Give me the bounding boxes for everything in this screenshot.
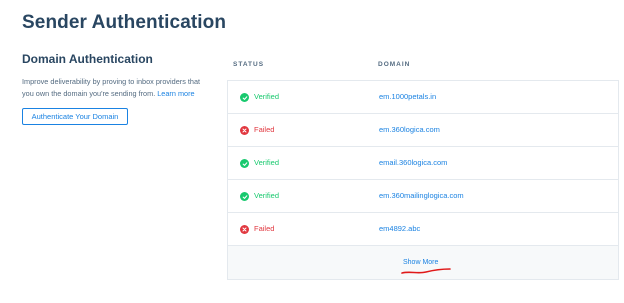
domain-link[interactable]: em.360logica.com: [379, 125, 440, 134]
status-label: Failed: [254, 125, 275, 134]
domain-link[interactable]: em.360mailinglogica.com: [379, 191, 464, 200]
table-header: STATUS DOMAIN: [227, 54, 619, 80]
authenticate-domain-button[interactable]: Authenticate Your Domain: [22, 108, 128, 125]
column-header-domain: DOMAIN: [378, 61, 411, 68]
status-label: Verified: [254, 158, 280, 167]
section-title-domain-authentication: Domain Authentication: [22, 52, 153, 66]
domain-link[interactable]: em.1000petals.in: [379, 92, 436, 101]
domain-table: STATUS DOMAIN Verified em.1000petals.in …: [227, 54, 619, 280]
red-underline-annotation: [401, 268, 451, 274]
domain-link[interactable]: email.360logica.com: [379, 158, 447, 167]
table-row: Verified em.1000petals.in: [228, 81, 618, 114]
domain-link[interactable]: em4892.abc: [379, 224, 420, 233]
show-more-link[interactable]: Show More: [403, 259, 438, 266]
table-row: Verified em.360mailinglogica.com: [228, 180, 618, 213]
table-row: Verified email.360logica.com: [228, 147, 618, 180]
status-label: Failed: [254, 224, 275, 233]
x-circle-icon: [240, 126, 249, 135]
column-header-status: STATUS: [233, 61, 265, 68]
status-label: Verified: [254, 92, 280, 101]
learn-more-link[interactable]: Learn more: [157, 89, 194, 98]
check-circle-icon: [240, 159, 249, 168]
check-circle-icon: [240, 93, 249, 102]
table-row: Failed em4892.abc: [228, 213, 618, 246]
page-title: Sender Authentication: [22, 12, 227, 33]
table-row: Failed em.360logica.com: [228, 114, 618, 147]
status-label: Verified: [254, 191, 280, 200]
table-body: Verified em.1000petals.in Failed em.360l…: [227, 80, 619, 280]
show-more-row: Show More: [228, 246, 618, 279]
domain-auth-description: Improve deliverability by proving to inb…: [22, 76, 212, 100]
check-circle-icon: [240, 192, 249, 201]
x-circle-icon: [240, 225, 249, 234]
